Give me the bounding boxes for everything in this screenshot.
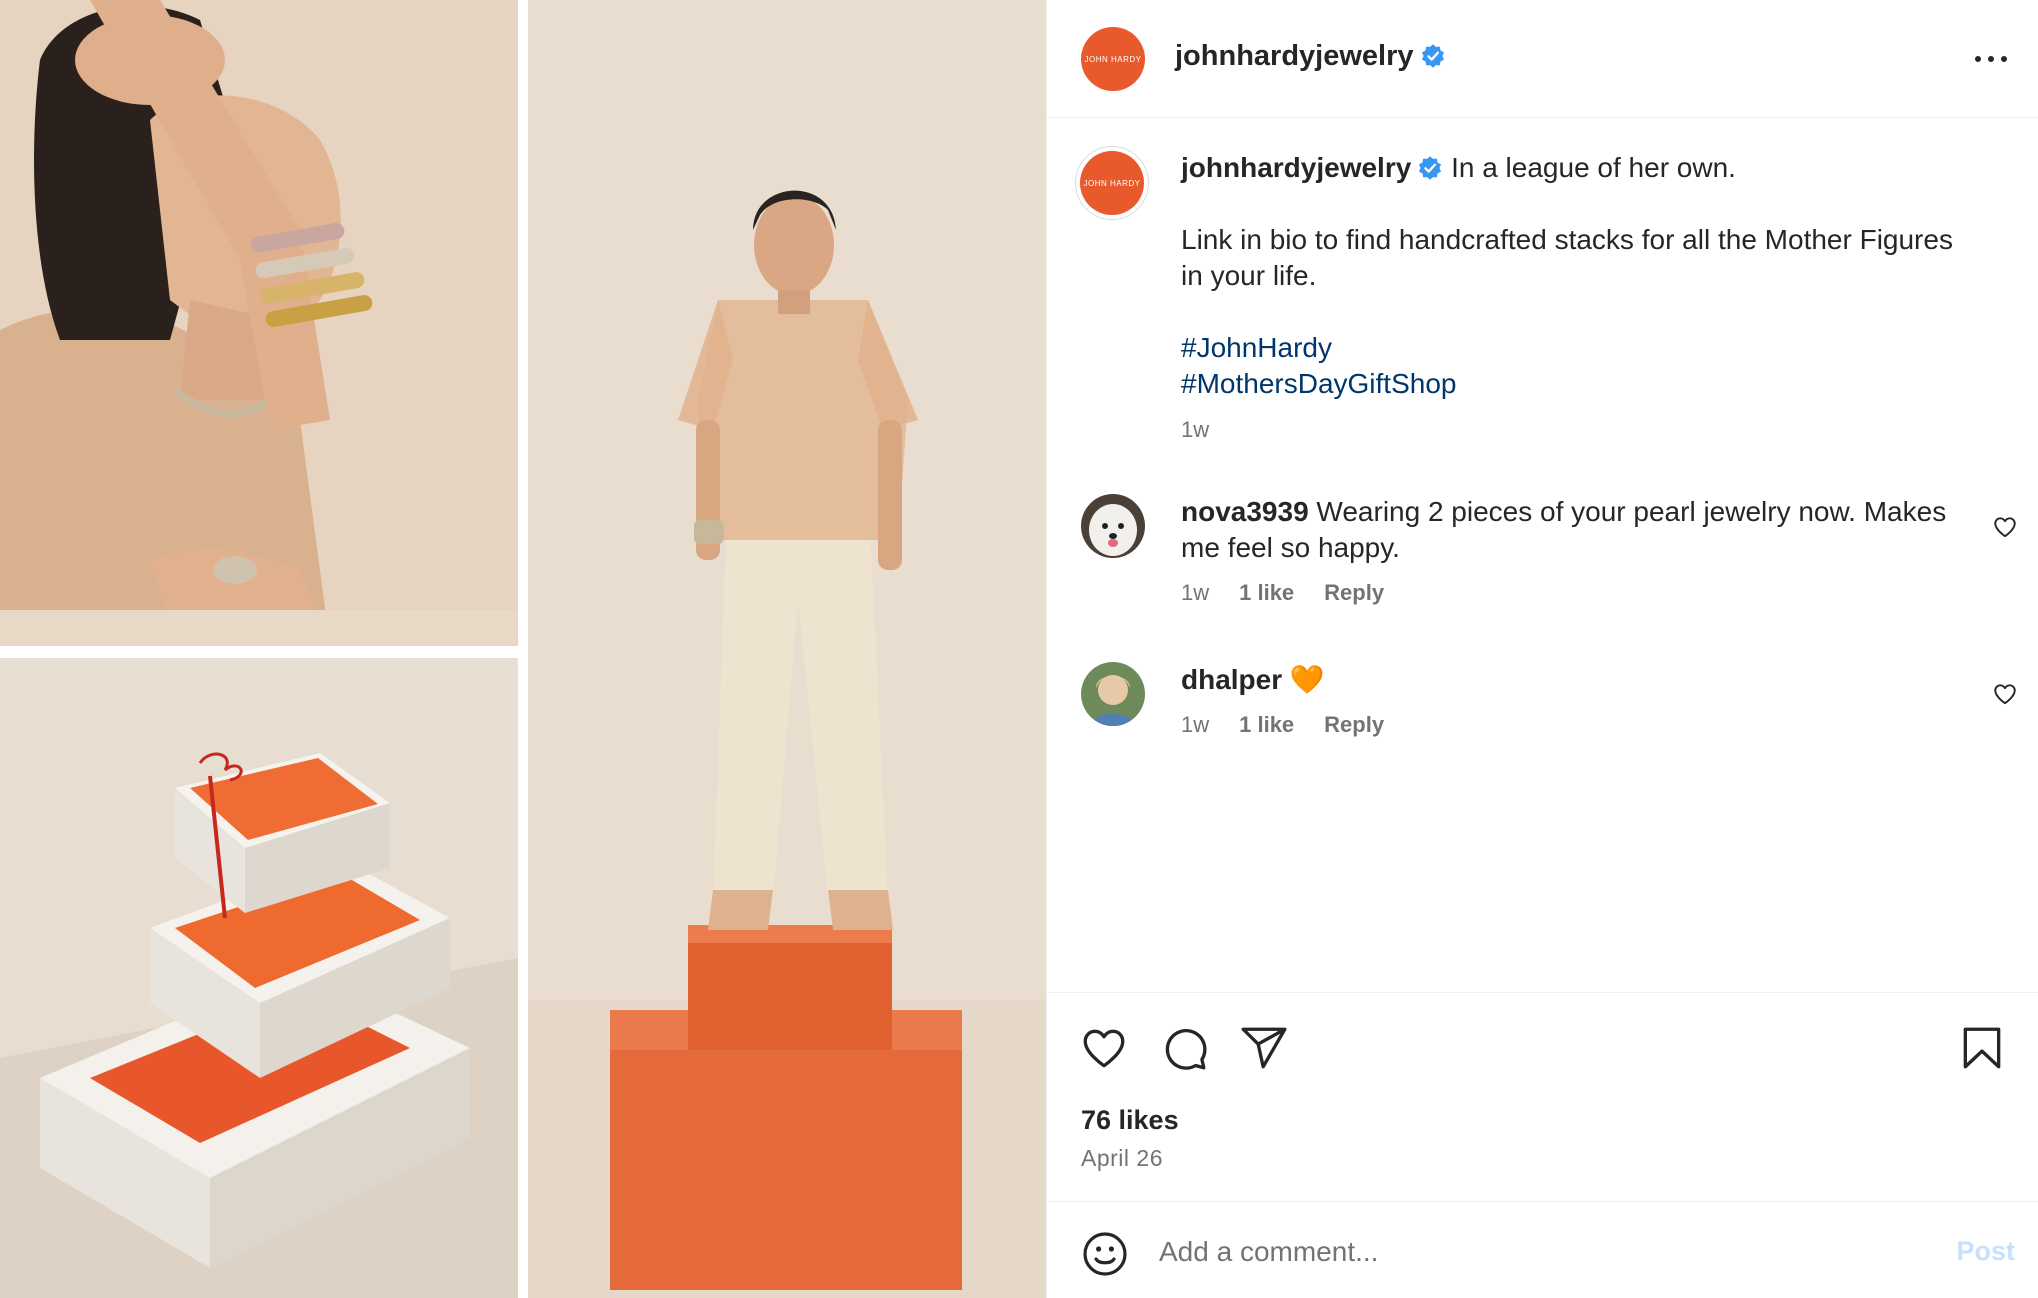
comment-input[interactable] — [1159, 1222, 1859, 1282]
hashtag-link[interactable]: #JohnHardy — [1181, 330, 1961, 366]
logo-text: JOHN HARDY — [1084, 54, 1142, 64]
comment-time: 1w — [1181, 580, 1210, 605]
commenter-avatar[interactable] — [1081, 494, 1145, 558]
caption-line-2: Link in bio to find handcrafted stacks f… — [1181, 224, 1953, 291]
verified-badge-icon — [1421, 44, 1444, 68]
photo-gift-boxes — [0, 658, 518, 1298]
comment-likes[interactable]: 1 like — [1239, 712, 1294, 738]
post-media[interactable] — [0, 0, 1046, 1298]
comment-like-heart-icon[interactable] — [1992, 514, 2018, 540]
caption-username[interactable]: johnhardyjewelry — [1181, 152, 1411, 183]
caption: johnhardyjewelry In a league of her own.… — [1181, 150, 1961, 448]
emoji-icon[interactable] — [1081, 1230, 1129, 1278]
commenter-avatar[interactable] — [1081, 662, 1145, 726]
comment-text: 🧡 — [1289, 664, 1325, 695]
comment-icon[interactable] — [1159, 1023, 1209, 1073]
heart-icon[interactable] — [1079, 1023, 1129, 1073]
post-panel: JOHN HARDY johnhardyjewelry JOHN HARDY j… — [1046, 0, 2038, 1298]
photo-portrait-bracelets — [0, 0, 518, 646]
comment-item: nova3939 Wearing 2 pieces of your pearl … — [1181, 494, 1961, 606]
bookmark-icon[interactable] — [1957, 1023, 2007, 1073]
comment-like-heart-icon[interactable] — [1992, 681, 2018, 707]
username-label[interactable]: johnhardyjewelry — [1175, 40, 1414, 72]
hashtag-link[interactable]: #MothersDayGiftShop — [1181, 366, 1961, 402]
comment-likes[interactable]: 1 like — [1239, 580, 1294, 606]
action-bar: 76 likes April 26 — [1047, 992, 2038, 1202]
share-icon[interactable] — [1239, 1023, 1289, 1073]
photo-model-standing — [528, 0, 1046, 1298]
post-date: April 26 — [1081, 1145, 1163, 1171]
likes-count[interactable]: 76 likes — [1081, 1105, 1179, 1136]
post-header: JOHN HARDY johnhardyjewelry — [1047, 0, 2038, 118]
comment-time: 1w — [1181, 712, 1210, 737]
comment-item: dhalper 🧡 1w 1 like Reply — [1181, 662, 1961, 738]
profile-avatar[interactable]: JOHN HARDY — [1081, 27, 1145, 91]
caption-timestamp: 1w — [1181, 417, 1210, 442]
post-button[interactable]: Post — [1956, 1236, 2015, 1267]
more-options-icon[interactable] — [1971, 42, 2011, 76]
add-comment-bar: Post — [1047, 1201, 2038, 1298]
reply-button[interactable]: Reply — [1324, 580, 1384, 606]
caption-avatar[interactable]: JOHN HARDY — [1075, 146, 1149, 220]
reply-button[interactable]: Reply — [1324, 712, 1384, 738]
caption-line-1: In a league of her own. — [1451, 152, 1736, 183]
header-username[interactable]: johnhardyjewelry — [1175, 40, 1446, 73]
caption-logo-text: JOHN HARDY — [1083, 178, 1141, 188]
comment-username[interactable]: nova3939 — [1181, 496, 1309, 527]
comment-username[interactable]: dhalper — [1181, 664, 1282, 695]
verified-badge-icon — [1419, 156, 1442, 180]
